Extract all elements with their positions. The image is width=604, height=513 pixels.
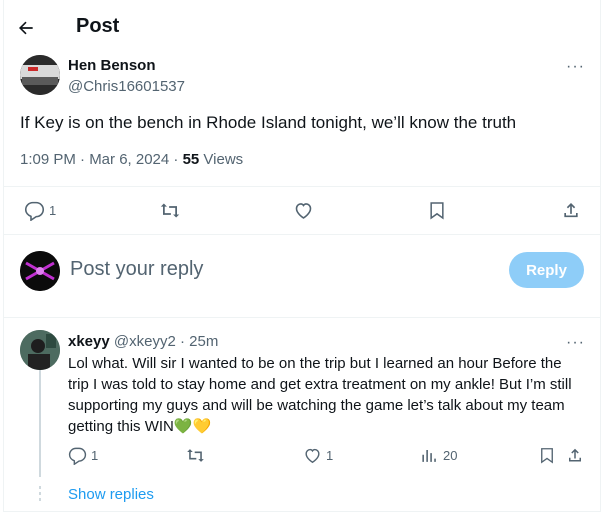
reply-action-button[interactable]: 1 [24,200,56,221]
views-label: Views [199,151,244,168]
more-icon: ··· [566,58,585,75]
thread-line [39,370,41,477]
like-icon [295,203,312,219]
author-handle[interactable]: @Chris16601537 [68,78,185,95]
bookmark-icon [430,202,444,220]
share-action-button[interactable] [561,200,581,221]
my-avatar[interactable] [20,251,60,291]
reply-header: xkeyy @xkeyy2 · 25m [68,333,218,350]
divider [4,186,600,187]
reply-views-button[interactable]: 20 [420,446,457,465]
reply-text: Lol what. Will sir I wanted to be on the… [68,355,572,435]
reply-submit-button[interactable]: Reply [509,252,584,288]
reply-count: 1 [49,203,57,218]
repost-action-button[interactable] [159,200,181,221]
share-icon [569,448,581,462]
back-arrow-icon [19,21,33,35]
reply-more-options-button[interactable]: ··· [566,334,585,352]
reply-icon [24,201,45,221]
reply-time[interactable]: · 25m [180,333,218,350]
divider [4,234,600,235]
author-avatar[interactable] [20,55,60,95]
views-count: 20 [443,448,458,463]
repost-icon [160,203,180,218]
post-timestamp[interactable]: 1:09 PM · Mar 6, 2024 · [20,151,183,168]
like-count: 1 [326,448,334,463]
divider [4,317,600,318]
reply-reply-button[interactable]: 1 [68,446,98,465]
reply-icon [68,447,87,465]
reply-share-button[interactable] [566,446,584,465]
more-options-button[interactable]: ··· [566,58,585,76]
show-replies-link[interactable]: Show replies [68,486,154,503]
reply-count: 1 [91,448,99,463]
like-action-button[interactable] [293,200,314,221]
author-name[interactable]: Hen Benson [68,57,156,74]
bookmark-icon [541,448,553,464]
more-icon: ··· [566,334,585,351]
page-title: Post [76,15,120,37]
reply-input[interactable]: Post your reply [70,258,203,281]
reply-author-name[interactable]: xkeyy [68,333,110,350]
views-count: 55 [182,151,200,168]
reply-like-button[interactable]: 1 [303,446,333,465]
like-icon [305,448,320,464]
views-icon [422,449,436,462]
bookmark-action-button[interactable] [427,200,447,221]
reply-repost-button[interactable] [186,446,205,465]
reply-author-avatar[interactable] [20,330,60,370]
post-meta: 1:09 PM · Mar 6, 2024 · 55 Views [20,151,243,168]
reply-author-handle[interactable]: @xkeyy2 [114,333,176,350]
reply-bookmark-button[interactable] [538,446,556,465]
thread-dotted-line [39,486,41,504]
avatar-image [20,330,60,370]
back-button[interactable] [14,16,38,40]
avatar-image [20,55,60,95]
share-icon [564,203,578,218]
repost-icon [187,449,204,462]
post-text: If Key is on the bench in Rhode Island t… [20,113,517,132]
avatar-image [20,251,60,291]
